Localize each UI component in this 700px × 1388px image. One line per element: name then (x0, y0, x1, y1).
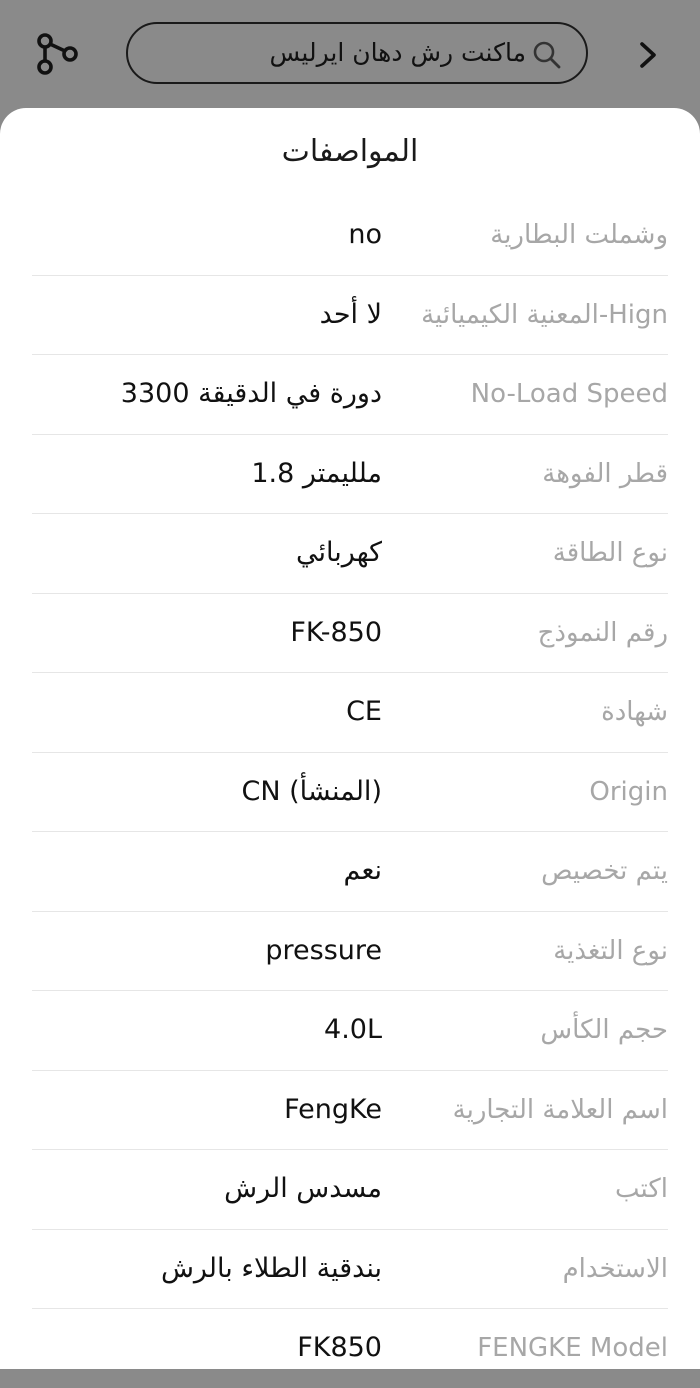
share-button[interactable] (34, 32, 84, 78)
spec-value: نعم (343, 855, 382, 886)
share-icon (37, 33, 78, 75)
spec-label: نوع التغذية (553, 935, 668, 966)
spec-value: CE (346, 696, 382, 727)
spec-value: no (348, 219, 382, 250)
spec-row: اكتب مسدس الرش (32, 1150, 668, 1230)
spec-label: يتم تخصيص (541, 856, 668, 886)
spec-row: Hign-المعنية الكيميائية لا أحد (32, 276, 668, 355)
spec-label: الاستخدام (562, 1253, 668, 1284)
spec-label: نوع الطاقة (552, 538, 668, 568)
spec-row: No-Load Speed 3300 دورة في الدقيقة (32, 355, 668, 435)
spec-row: شهادة CE (32, 673, 668, 753)
spec-value: FK850 (297, 1332, 382, 1363)
spec-row: الاستخدام بندقية الطلاء بالرش (32, 1230, 668, 1309)
spec-label: اكتب (615, 1174, 668, 1204)
spec-value: كهربائي (296, 537, 382, 568)
spec-label: FENGKE Model (477, 1333, 668, 1363)
spec-label: قطر الفوهة (542, 458, 668, 489)
top-bar: ماكنت رش دهان ايرليس (0, 0, 700, 108)
spec-row: حجم الكأس 4.0L (32, 991, 668, 1071)
spec-list: وشملت البطارية no Hign-المعنية الكيميائية… (0, 196, 700, 1388)
spec-value: pressure (265, 934, 382, 966)
spec-label: اسم العلامة التجارية (452, 1094, 668, 1125)
spec-row: اسم العلامة التجارية FengKe (32, 1071, 668, 1150)
search-query: ماكنت رش دهان ايرليس (269, 38, 526, 67)
spec-value: FengKe (284, 1093, 382, 1125)
specifications-sheet: المواصفات وشملت البطارية no Hign-المعنية … (0, 108, 700, 1369)
spec-label: رقم النموذج (537, 617, 668, 648)
spec-value: FK-850 (290, 616, 382, 648)
spec-label: Origin (589, 776, 668, 807)
spec-label: وشملت البطارية (490, 220, 668, 250)
spec-value: مسدس الرش (224, 1173, 382, 1204)
search-icon (533, 41, 561, 69)
back-button[interactable] (633, 38, 665, 72)
spec-row: نوع الطاقة كهربائي (32, 514, 668, 594)
search-input[interactable]: ماكنت رش دهان ايرليس (126, 22, 588, 84)
spec-value: CN (المنشأ) (241, 775, 382, 807)
spec-row: يتم تخصيص نعم (32, 832, 668, 912)
spec-label: حجم الكأس (540, 1015, 668, 1045)
spec-label: Hign-المعنية الكيميائية (421, 299, 668, 330)
spec-label: No-Load Speed (470, 379, 668, 409)
spec-value: 3300 دورة في الدقيقة (120, 378, 382, 409)
spec-value: بندقية الطلاء بالرش (160, 1252, 382, 1284)
spec-value: 1.8 ملليمتر (251, 457, 382, 489)
spec-value: 4.0L (324, 1014, 382, 1045)
sheet-title: المواصفات (281, 134, 419, 169)
spec-row: قطر الفوهة 1.8 ملليمتر (32, 435, 668, 514)
chevron-right-icon (640, 42, 656, 68)
spec-row: FENGKE Model FK850 (32, 1309, 668, 1388)
spec-row: وشملت البطارية no (32, 196, 668, 276)
spec-row: رقم النموذج FK-850 (32, 594, 668, 673)
spec-value: لا أحد (319, 298, 382, 330)
spec-row: نوع التغذية pressure (32, 912, 668, 991)
spec-label: شهادة (601, 697, 668, 727)
spec-row: Origin CN (المنشأ) (32, 753, 668, 832)
